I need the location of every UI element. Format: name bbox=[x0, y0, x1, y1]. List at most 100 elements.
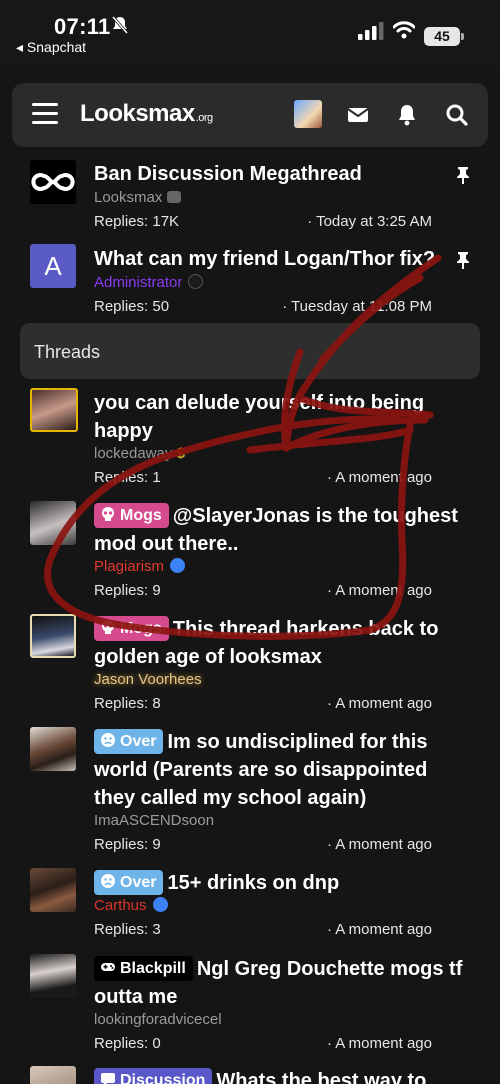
thread-item[interactable]: you can delude yourself into being happy… bbox=[0, 388, 500, 488]
thread-item[interactable]: Over Im so undisciplined for this world (… bbox=[0, 727, 500, 855]
thread-title[interactable]: Discussion Whats the best way to bbox=[94, 1067, 474, 1084]
prefix-label: Mogs bbox=[120, 620, 162, 637]
author-name: lookingforadvicecel bbox=[94, 1011, 222, 1028]
back-to-app-link[interactable]: ◂ Snapchat bbox=[16, 39, 86, 56]
last-post-time[interactable]: · Today at 3:25 AM bbox=[307, 213, 432, 230]
last-post-time[interactable]: · A moment ago bbox=[327, 836, 432, 853]
thread-avatar bbox=[30, 1066, 76, 1084]
pinned-thread[interactable]: Ban Discussion Megathread Looksmax Repli… bbox=[0, 158, 500, 238]
thread-title[interactable]: Mogs This thread harkens back to golden a… bbox=[94, 615, 474, 671]
reply-count: Replies: 50 bbox=[94, 298, 170, 315]
thread-author[interactable]: Plagiarism bbox=[94, 558, 186, 575]
author-name: lockedaway bbox=[94, 445, 173, 462]
reply-count: Replies: 8 bbox=[94, 695, 161, 712]
verified-badge-icon bbox=[170, 558, 186, 573]
reply-count: Replies: 1 bbox=[94, 469, 161, 486]
thread-author[interactable]: lockedaway $ bbox=[94, 445, 185, 462]
thread-item[interactable]: Mogs @SlayerJonas is the toughest mod out… bbox=[0, 501, 500, 601]
thread-avatar bbox=[30, 614, 76, 658]
battery-indicator: 45 bbox=[424, 27, 464, 46]
mail-icon[interactable] bbox=[346, 103, 370, 127]
status-bar: 07:11 ◂ Snapchat 45 bbox=[0, 0, 500, 70]
search-icon[interactable] bbox=[445, 103, 469, 127]
pinned-thread[interactable]: A What can my friend Logan/Thor fix? Adm… bbox=[0, 244, 500, 319]
site-logo[interactable]: Looksmax.org bbox=[80, 100, 213, 128]
pin-icon bbox=[457, 252, 469, 269]
thread-title[interactable]: What can my friend Logan/Thor fix? bbox=[94, 245, 474, 273]
author-name: Plagiarism bbox=[94, 558, 165, 575]
author-name: Administrator bbox=[94, 274, 183, 291]
thread-author[interactable]: ImaASCENDsoon bbox=[94, 812, 214, 829]
thread-item[interactable]: Mogs This thread harkens back to golden a… bbox=[0, 614, 500, 714]
thread-author[interactable]: Administrator bbox=[94, 274, 204, 291]
author-name: Carthus bbox=[94, 897, 147, 914]
verified-badge-icon bbox=[152, 897, 168, 912]
wifi-icon bbox=[393, 21, 415, 39]
prefix-tag-discussion[interactable]: Discussion bbox=[94, 1068, 213, 1084]
menu-icon[interactable] bbox=[32, 103, 58, 125]
prefix-tag-mogs[interactable]: Mogs bbox=[94, 616, 169, 641]
prefix-label: Over bbox=[120, 874, 157, 891]
thread-title[interactable]: you can delude yourself into being happy bbox=[94, 389, 474, 445]
last-post-time[interactable]: · A moment ago bbox=[327, 695, 432, 712]
thread-author[interactable]: Jason Voorhees bbox=[94, 671, 202, 688]
prefix-tag-mogs[interactable]: Mogs bbox=[94, 503, 169, 528]
site-header: Looksmax.org bbox=[12, 83, 488, 147]
thread-title[interactable]: Over 15+ drinks on dnp bbox=[94, 869, 474, 897]
robot-icon bbox=[166, 191, 181, 203]
thread-title[interactable]: Blackpill Ngl Greg Douchette mogs tf outt… bbox=[94, 955, 474, 1011]
logo-suffix: .org bbox=[195, 112, 213, 124]
pin-icon bbox=[457, 167, 469, 184]
status-time: 07:11 bbox=[54, 14, 111, 39]
gamepad-icon bbox=[101, 963, 115, 971]
sad-face-icon bbox=[101, 733, 115, 747]
section-label: Threads bbox=[34, 342, 101, 362]
thread-item[interactable]: Blackpill Ngl Greg Douchette mogs tf outt… bbox=[0, 954, 500, 1054]
logo-text: Looksmax bbox=[80, 100, 195, 127]
prefix-label: Blackpill bbox=[120, 960, 186, 977]
bell-icon[interactable] bbox=[395, 103, 419, 127]
user-avatar[interactable] bbox=[294, 100, 322, 128]
thread-title[interactable]: Ban Discussion Megathread bbox=[94, 160, 474, 188]
thread-item[interactable]: Over 15+ drinks on dnp Carthus Replies: 3… bbox=[0, 868, 500, 943]
thread-avatar bbox=[30, 160, 76, 204]
prefix-label: Discussion bbox=[120, 1072, 206, 1084]
skull-icon bbox=[102, 620, 114, 634]
thread-avatar bbox=[30, 388, 78, 432]
reply-count: Replies: 3 bbox=[94, 921, 161, 938]
cellular-signal-icon bbox=[358, 22, 384, 40]
prefix-tag-blackpill[interactable]: Blackpill bbox=[94, 956, 193, 981]
author-name: ImaASCENDsoon bbox=[94, 812, 215, 829]
sad-face-icon bbox=[101, 874, 115, 888]
thread-item[interactable]: Discussion Whats the best way to bbox=[0, 1066, 500, 1084]
reply-count: Replies: 9 bbox=[94, 836, 161, 853]
skull-icon bbox=[102, 507, 114, 521]
title-text: 15+ drinks on dnp bbox=[167, 872, 340, 894]
last-post-time[interactable]: · A moment ago bbox=[327, 921, 432, 938]
reply-count: Replies: 9 bbox=[94, 582, 161, 599]
prefix-label: Mogs bbox=[120, 507, 162, 524]
author-name: Looksmax bbox=[94, 189, 163, 206]
prefix-tag-over[interactable]: Over bbox=[94, 729, 164, 754]
thread-avatar bbox=[30, 868, 76, 912]
thread-title[interactable]: Over Im so undisciplined for this world (… bbox=[94, 728, 474, 812]
thread-author[interactable]: Carthus bbox=[94, 897, 168, 914]
title-text: Whats the best way to bbox=[216, 1070, 427, 1084]
thread-author[interactable]: lookingforadvicecel bbox=[94, 1011, 222, 1028]
thread-avatar bbox=[30, 501, 76, 545]
last-post-time[interactable]: · A moment ago bbox=[327, 582, 432, 599]
reply-count: Replies: 17K bbox=[94, 213, 180, 230]
infinity-logo-icon bbox=[31, 173, 75, 191]
money-bag-icon: $ bbox=[176, 445, 185, 462]
verified-badge-icon bbox=[188, 274, 204, 289]
threads-section-header: Threads bbox=[20, 323, 480, 379]
thread-title[interactable]: Mogs @SlayerJonas is the toughest mod out… bbox=[94, 502, 474, 558]
chat-bubble-icon bbox=[101, 1073, 115, 1084]
last-post-time[interactable]: · Tuesday at 11:08 PM bbox=[282, 298, 432, 315]
thread-avatar bbox=[30, 954, 76, 998]
last-post-time[interactable]: · A moment ago bbox=[327, 1035, 432, 1052]
thread-avatar bbox=[30, 727, 76, 771]
last-post-time[interactable]: · A moment ago bbox=[327, 469, 432, 486]
prefix-tag-over[interactable]: Over bbox=[94, 870, 164, 895]
thread-author[interactable]: Looksmax bbox=[94, 189, 181, 206]
